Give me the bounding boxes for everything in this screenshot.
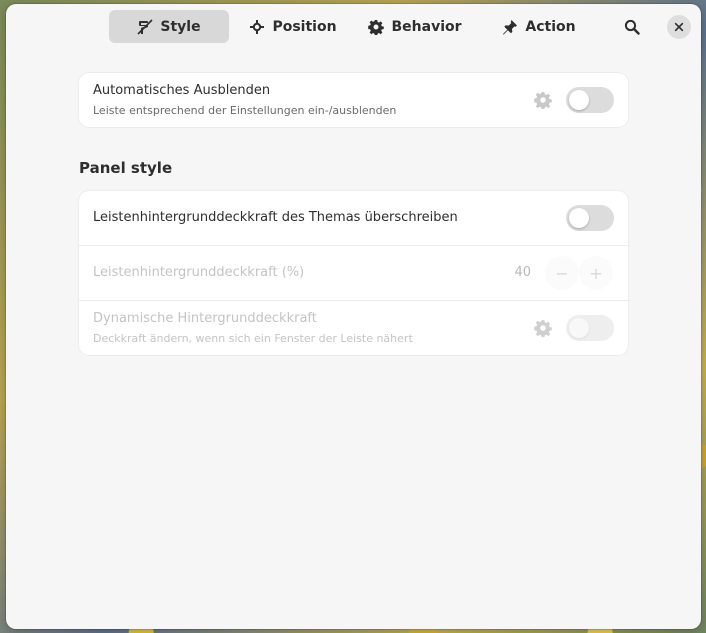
tab-action-label: Action [525, 18, 576, 35]
tab-position[interactable]: Position [243, 10, 343, 43]
autohide-switch[interactable] [566, 87, 614, 113]
tab-action[interactable]: Action [491, 10, 587, 43]
opacity-title: Leistenhintergrunddeckkraft (%) [93, 265, 305, 280]
tab-behavior-label: Behavior [391, 18, 462, 35]
opacity-decrement-button[interactable]: − [545, 256, 579, 290]
dynamic-opacity-switch[interactable] [566, 315, 614, 341]
close-button[interactable] [667, 15, 691, 39]
dynamic-opacity-title: Dynamische Hintergrunddeckkraft [93, 311, 317, 326]
header-bar: Style Position Behavior Action [6, 4, 701, 50]
search-button[interactable] [617, 14, 647, 40]
opacity-increment-button[interactable]: + [579, 256, 613, 290]
switch-knob [569, 90, 589, 110]
dynamic-opacity-subtitle: Deckkraft ändern, wenn sich ein Fenster … [93, 332, 413, 345]
autohide-settings-icon[interactable] [534, 91, 552, 109]
opacity-value: 40 [514, 265, 531, 280]
switch-knob [569, 208, 589, 228]
close-icon [674, 22, 684, 32]
search-icon [624, 19, 640, 35]
dynamic-opacity-row: Dynamische Hintergrunddeckkraft Deckkraf… [79, 301, 628, 355]
autohide-subtitle: Leiste entsprechend der Einstellungen ei… [93, 104, 397, 117]
tab-behavior[interactable]: Behavior [363, 10, 467, 43]
autohide-row: Automatisches Ausblenden Leiste entsprec… [79, 73, 628, 127]
autohide-card: Automatisches Ausblenden Leiste entsprec… [79, 73, 628, 127]
tab-position-label: Position [272, 18, 337, 35]
override-opacity-title: Leistenhintergrunddeckkraft des Themas ü… [93, 210, 458, 225]
position-icon [250, 19, 265, 34]
tab-style[interactable]: Style [109, 10, 229, 43]
gear-icon [368, 19, 385, 35]
switch-knob [569, 318, 589, 338]
override-opacity-row: Leistenhintergrunddeckkraft des Themas ü… [79, 191, 628, 246]
tab-style-label: Style [160, 18, 201, 35]
pin-icon [503, 19, 518, 35]
section-title-panel-style: Panel style [79, 159, 173, 177]
override-opacity-switch[interactable] [566, 205, 614, 231]
plus-icon: + [589, 263, 603, 283]
preferences-window: Style Position Behavior Action Automatis… [6, 4, 701, 629]
style-icon [137, 18, 153, 35]
dynamic-opacity-settings-icon[interactable] [534, 319, 552, 337]
minus-icon: − [555, 263, 569, 283]
panel-style-card: Leistenhintergrunddeckkraft des Themas ü… [79, 191, 628, 355]
autohide-title: Automatisches Ausblenden [93, 83, 271, 98]
opacity-row: Leistenhintergrunddeckkraft (%) 40 − + [79, 246, 628, 301]
